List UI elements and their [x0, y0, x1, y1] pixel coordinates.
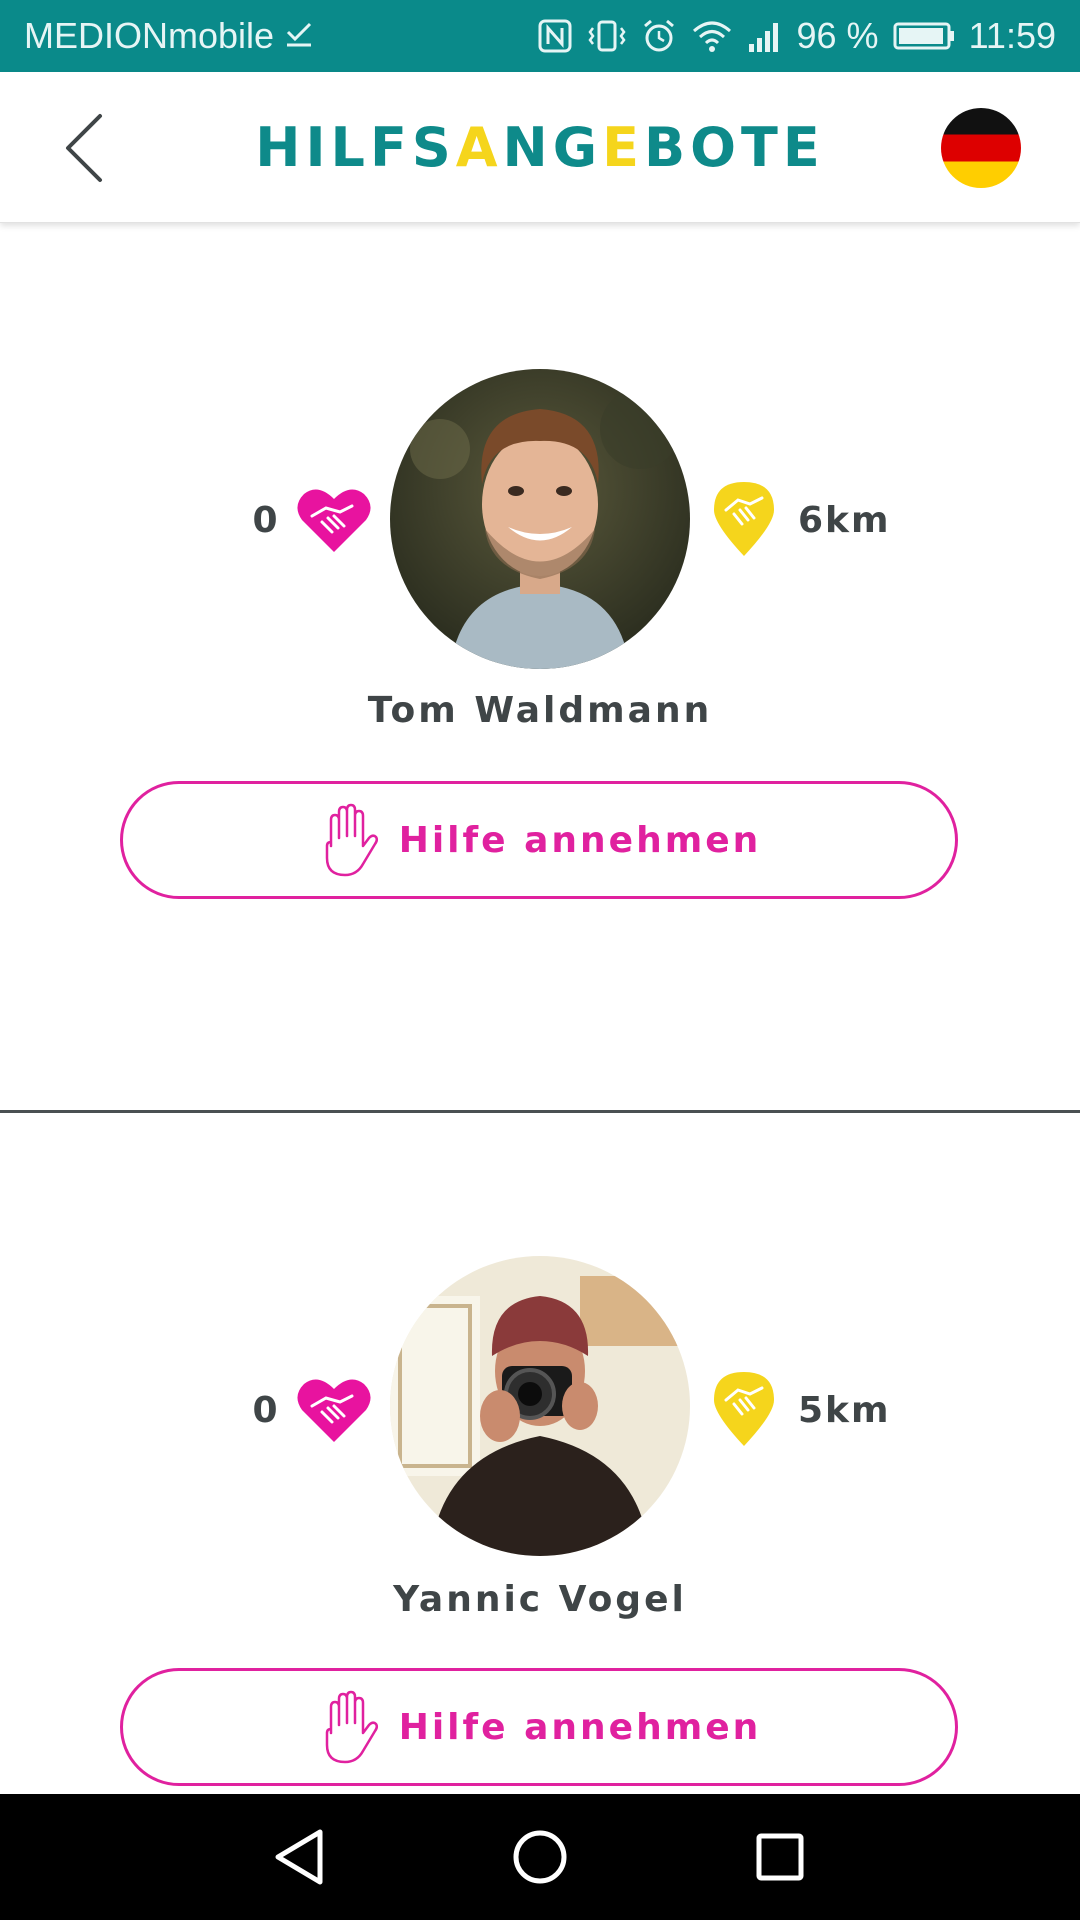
- person-name: Tom Waldmann: [367, 690, 713, 731]
- status-left: MEDIONmobile: [24, 15, 314, 57]
- title-part: BOTE: [643, 116, 825, 179]
- person-name: Yannic Vogel: [393, 1579, 687, 1620]
- status-right: 96 % 11:59: [537, 15, 1056, 57]
- accept-help-button[interactable]: Hilfe annehmen: [120, 1668, 958, 1786]
- distance: 5km: [798, 1390, 891, 1431]
- nav-back-button[interactable]: [264, 1822, 334, 1892]
- circle-home-icon: [513, 1830, 567, 1884]
- wifi-icon: [691, 18, 733, 54]
- signal-icon: [747, 18, 783, 54]
- avatar: [390, 369, 690, 669]
- raised-hand-icon: [325, 1690, 378, 1764]
- accept-help-label: Hilfe annehmen: [398, 819, 762, 861]
- nav-recents-button[interactable]: [745, 1822, 815, 1892]
- app-header: HILFSANGEBOTE: [0, 72, 1080, 223]
- raised-hand-icon: [325, 803, 378, 877]
- distance: 6km: [798, 500, 891, 541]
- download-done-icon: [284, 15, 314, 57]
- carrier-name: MEDIONmobile: [24, 15, 275, 56]
- location-pin-handshake-icon: [714, 1372, 774, 1446]
- vibrate-icon: [587, 18, 627, 54]
- clock: 11:59: [968, 15, 1056, 56]
- german-flag-icon[interactable]: [941, 108, 1021, 188]
- nfc-icon: [537, 18, 573, 54]
- offer-card: 0: [0, 1113, 1080, 1793]
- offer-card: 0: [0, 222, 1080, 1113]
- heart-handshake-icon: [297, 1379, 371, 1442]
- navigation-bar: [0, 1794, 1080, 1920]
- rating-count: 0: [252, 500, 278, 541]
- avatar: [390, 1256, 690, 1556]
- status-bar: MEDIONmobile 96 % 11:59: [0, 0, 1080, 72]
- title-part: NG: [502, 116, 603, 179]
- nav-home-button[interactable]: [505, 1822, 575, 1892]
- battery-percent: 96 %: [796, 15, 879, 56]
- triangle-back-icon: [275, 1829, 323, 1885]
- battery-icon: [893, 21, 955, 51]
- square-recents-icon: [756, 1833, 804, 1881]
- rating-count: 0: [252, 1390, 278, 1431]
- app-screen: MEDIONmobile 96 % 11:59 HILFSANGEBOTE 0 …: [0, 0, 1080, 1920]
- title-part: HILFS: [255, 116, 456, 179]
- page-title: HILFSANGEBOTE: [0, 116, 1080, 179]
- heart-handshake-icon: [297, 489, 371, 552]
- title-part-highlight: A: [455, 116, 503, 179]
- accept-help-label: Hilfe annehmen: [398, 1706, 762, 1748]
- location-pin-handshake-icon: [714, 482, 774, 556]
- accept-help-button[interactable]: Hilfe annehmen: [120, 781, 958, 899]
- alarm-icon: [641, 18, 677, 54]
- title-part-highlight: E: [602, 116, 644, 179]
